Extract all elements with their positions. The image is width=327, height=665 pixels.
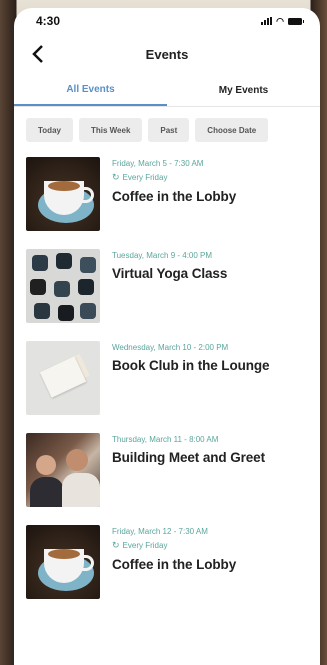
filter-today[interactable]: Today [26, 118, 73, 142]
recurrence-label: Every Friday [122, 541, 168, 550]
filter-chips: Today This Week Past Choose Date [14, 107, 320, 142]
event-image-book [26, 341, 100, 415]
event-date: Thursday, March 11 - 8:00 AM [112, 435, 219, 444]
status-icons: ◠ [261, 16, 304, 26]
filter-past[interactable]: Past [148, 118, 190, 142]
battery-icon [288, 17, 304, 25]
event-name: Virtual Yoga Class [112, 266, 228, 281]
event-date: Friday, March 12 - 7:30 AM [112, 527, 208, 536]
filter-choose-date[interactable]: Choose Date [195, 118, 269, 142]
event-name: Book Club in the Lounge [112, 358, 270, 373]
wifi-icon: ◠ [276, 16, 284, 26]
repeat-icon: ↻ [112, 172, 120, 182]
nav-bar: Events [14, 34, 320, 74]
page-title: Events [145, 46, 189, 62]
signal-icon [261, 17, 273, 25]
event-recurrence: ↻ Every Friday [112, 540, 236, 551]
event-recurrence: ↻ Every Friday [112, 172, 236, 183]
tab-bar: All Events My Events [14, 74, 320, 107]
event-image-yoga [26, 249, 100, 323]
event-item[interactable]: Tuesday, March 9 - 4:00 PM Virtual Yoga … [14, 249, 320, 341]
event-name: Building Meet and Greet [112, 450, 265, 465]
event-date: Tuesday, March 9 - 4:00 PM [112, 251, 213, 260]
tab-my-events[interactable]: My Events [167, 74, 320, 106]
status-time: 4:30 [36, 14, 61, 28]
filter-this-week[interactable]: This Week [78, 118, 143, 142]
event-date: Wednesday, March 10 - 2:00 PM [112, 343, 229, 352]
event-image-meet [26, 433, 100, 507]
event-date: Friday, March 5 - 7:30 AM [112, 159, 204, 168]
recurrence-label: Every Friday [122, 173, 168, 182]
event-item[interactable]: Wednesday, March 10 - 2:00 PM Book Club … [14, 341, 320, 433]
event-item[interactable]: Friday, March 5 - 7:30 AM ↻ Every Friday… [14, 157, 320, 249]
event-item[interactable]: Friday, March 12 - 7:30 AM ↻ Every Frida… [14, 525, 320, 617]
event-list: Friday, March 5 - 7:30 AM ↻ Every Friday… [14, 142, 320, 617]
event-name: Coffee in the Lobby [112, 557, 237, 572]
status-bar: 4:30 ◠ [14, 8, 320, 34]
event-image-coffee [26, 157, 100, 231]
phone-screen: 4:30 ◠ Events All Events My Events Today… [14, 8, 320, 665]
event-name: Coffee in the Lobby [112, 189, 237, 204]
repeat-icon: ↻ [112, 540, 120, 550]
tab-all-events[interactable]: All Events [14, 74, 167, 106]
event-item[interactable]: Thursday, March 11 - 8:00 AM Building Me… [14, 433, 320, 525]
back-button[interactable] [26, 42, 50, 66]
chevron-left-icon [32, 45, 43, 63]
event-image-coffee [26, 525, 100, 599]
